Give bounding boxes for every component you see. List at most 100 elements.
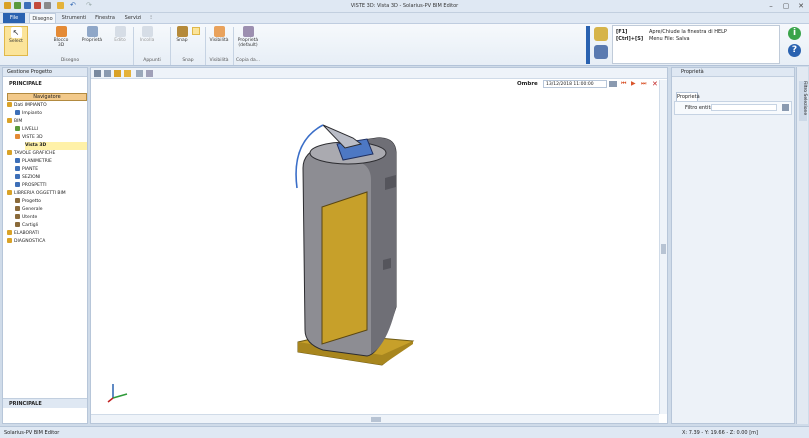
scroll-thumb-v[interactable] <box>661 244 666 254</box>
navigator-bar[interactable]: Navigatore <box>7 93 87 101</box>
save-shortcut-icon[interactable] <box>594 45 608 59</box>
tree-node[interactable]: Cartigli <box>15 222 38 230</box>
tree-node[interactable]: SEZIONI <box>15 174 40 182</box>
tree-label: DIAGNOSTICA <box>14 239 46 244</box>
folder-icon <box>7 150 12 155</box>
ribbon-collapse-strip[interactable] <box>586 26 590 64</box>
tree-node[interactable]: Utente <box>15 214 37 222</box>
tree-node[interactable]: TAVOLE GRAFICHE <box>7 150 55 158</box>
tree-node[interactable]: LIVELLI <box>15 126 38 134</box>
tree-node[interactable]: PIANTE <box>15 166 38 174</box>
proprieta-label: Proprietà <box>81 38 103 43</box>
edito-button[interactable]: Edito <box>110 26 130 43</box>
item-icon <box>15 158 20 163</box>
properties-icon <box>86 26 98 37</box>
select-button[interactable]: ↖ Select <box>4 26 28 56</box>
incolla-button[interactable]: Incolla <box>137 26 157 43</box>
minimize-icon[interactable]: – <box>764 1 778 11</box>
tab-more-icon[interactable]: ⁝ <box>147 13 155 23</box>
scroll-thumb-h[interactable] <box>371 417 381 422</box>
group-snap: Snap <box>182 58 194 63</box>
item-icon <box>15 110 20 115</box>
brush-icon <box>242 26 254 37</box>
visibilita-label: Visibilità <box>209 38 229 43</box>
tree-label: Cartigli <box>22 223 39 228</box>
close-icon[interactable]: ✕ <box>794 1 808 11</box>
tab-proprieta[interactable]: Proprietà <box>676 92 700 101</box>
help-box: [F1] [Ctrl]+[S] Apre/Chiude la finestra … <box>612 25 780 64</box>
tree-label: LIVELLI <box>22 127 39 132</box>
proprieta-button[interactable]: Proprietà <box>80 26 104 43</box>
tab-finestra[interactable]: Finestra <box>92 13 118 23</box>
status-app-name: Solarius-PV BIM Editor <box>4 430 60 436</box>
tree-node[interactable]: VISTE 3D <box>15 134 43 142</box>
snap-label: Snap <box>176 38 188 43</box>
snap-button[interactable]: Snap <box>173 26 191 43</box>
grid-icon[interactable] <box>94 70 101 77</box>
tree-label: LIBRERIA OGGETTI BIM <box>14 191 66 196</box>
tab-servizi[interactable]: Servizi <box>122 13 144 23</box>
visibilita-button[interactable]: Visibilità <box>207 26 231 43</box>
window-title: VISTE 3D: Vista 3D - Solarius-PV BIM Edi… <box>350 3 459 9</box>
question-icon[interactable]: ? <box>788 44 801 57</box>
project-panel-header: Gestione Progetto <box>3 68 87 77</box>
tree-label: Dati IMPIANTO <box>14 103 47 108</box>
blocco-3d-button[interactable]: Blocco 3D <box>50 26 72 48</box>
separator <box>233 27 234 65</box>
snap-toggle[interactable] <box>192 27 200 35</box>
viewport-3d[interactable]: Ombre 13/12/2018 11:00:00 ⏮ ▶ ⏭ ✕ <box>90 67 668 424</box>
file-tab[interactable]: File <box>3 13 25 23</box>
tree-node[interactable]: DIAGNOSTICA <box>7 238 45 246</box>
tree-node[interactable]: Progetto <box>15 198 41 206</box>
filtro-selezione-tab[interactable]: Filtro Selezione <box>799 81 807 121</box>
group-disegno: Disegno <box>60 58 80 63</box>
info-icon[interactable]: i <box>788 27 801 40</box>
item-icon <box>15 206 20 211</box>
tab-strumenti[interactable]: Strumenti <box>59 13 89 23</box>
tab-disegno[interactable]: Disegno <box>29 13 56 23</box>
paste-icon <box>141 26 153 37</box>
title-bar: ↶ ↷ VISTE 3D: Vista 3D - Solarius-PV BIM… <box>0 0 809 13</box>
proprieta-default-button[interactable]: Proprietà (default) <box>235 26 261 48</box>
horizontal-scrollbar[interactable] <box>91 414 659 423</box>
select-label: Select <box>9 39 23 44</box>
tree-label: Utente <box>22 215 38 220</box>
folder-icon[interactable] <box>114 70 121 77</box>
tree-node[interactable]: PROSPETTI <box>15 182 47 190</box>
tree-label: Progetto <box>22 199 42 204</box>
check-icon[interactable] <box>124 70 131 77</box>
view-toolbar <box>91 68 667 79</box>
tree-label: SEZIONI <box>22 175 41 180</box>
eye-icon <box>213 26 225 37</box>
tree-node[interactable]: ELABORATI <box>7 230 39 238</box>
tree-node[interactable]: LIBRERIA OGGETTI BIM <box>7 190 66 198</box>
folder-icon <box>7 238 12 243</box>
tree-node[interactable]: Dati IMPIANTO <box>7 102 47 110</box>
charging-station-model <box>295 124 415 366</box>
layers-icon[interactable] <box>136 70 143 77</box>
item-icon <box>15 182 20 187</box>
blocco-label: Blocco 3D <box>53 38 69 48</box>
status-coords: X: 7.39 - Y: 19.66 - Z: 0.00 [m] <box>682 430 758 436</box>
tree-node[interactable]: Impianto <box>15 110 42 118</box>
help-key-2: [Ctrl]+[S] <box>616 36 644 42</box>
filter-icon[interactable] <box>782 104 789 111</box>
camera-icon[interactable] <box>146 70 153 77</box>
tree-node-selected[interactable]: Vista 3D <box>25 142 87 150</box>
help-icon[interactable] <box>594 27 608 41</box>
filter-select[interactable] <box>711 104 777 111</box>
maximize-icon[interactable]: ▢ <box>779 1 793 11</box>
tree-label: BIM <box>14 119 23 124</box>
item-icon <box>15 134 20 139</box>
tree-node[interactable]: Generale <box>15 206 43 214</box>
tree-node[interactable]: PLANIMETRIE <box>15 158 52 166</box>
edit-icon <box>114 26 126 37</box>
window-icon[interactable] <box>104 70 111 77</box>
tree-label: VISTE 3D <box>22 135 43 140</box>
principale-footer[interactable]: PRINCIPALE <box>3 398 87 408</box>
properties-header: Proprietà <box>672 68 794 77</box>
tree-label: PLANIMETRIE <box>22 159 52 164</box>
tree-node[interactable]: BIM <box>7 118 22 126</box>
item-icon <box>15 222 20 227</box>
vertical-scrollbar[interactable] <box>659 80 667 414</box>
